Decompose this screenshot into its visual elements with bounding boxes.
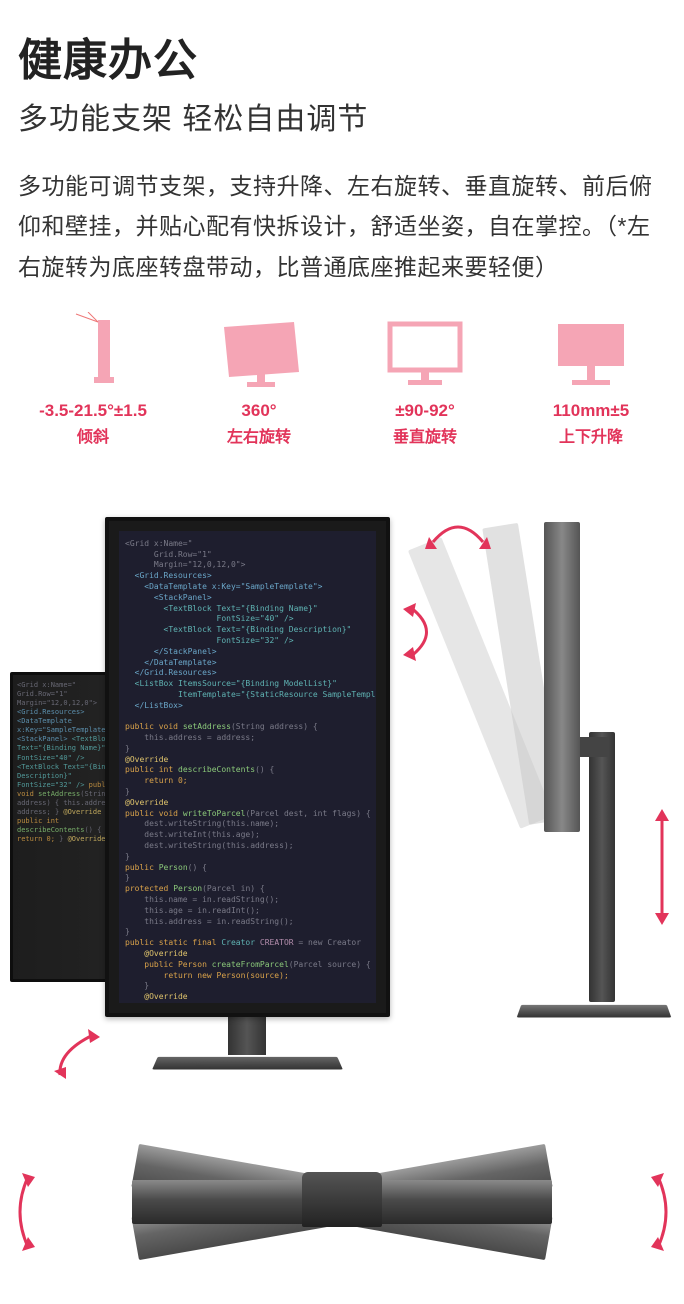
side-panel xyxy=(544,522,580,832)
code-screen: <Grid x:Name=" Grid.Row="1" Margin="12,0… xyxy=(119,531,376,1003)
monitor-top-swivel-view: ViewSonic xyxy=(62,1127,622,1277)
page-subheading: 多功能支架 轻松自由调节 xyxy=(0,94,684,156)
side-stand-base xyxy=(517,1005,672,1018)
pivot-arrow-bl xyxy=(48,1027,103,1082)
swivel-arrow-right xyxy=(648,1167,678,1257)
monitor-front-view: <Grid x:Name=" Grid.Row="1" Margin="12,0… xyxy=(105,517,390,1017)
height-arrow xyxy=(650,807,674,927)
pivot-arrow-right xyxy=(398,597,448,667)
side-stand-neck xyxy=(589,732,615,1002)
monitor-side-view xyxy=(469,562,649,1072)
spec-height: 110mm±5 上下升降 xyxy=(508,307,674,447)
spec-tilt-value: -3.5-21.5°±1.5 xyxy=(39,401,147,421)
specs-row: -3.5-21.5°±1.5 倾斜 360° 左右旋转 ±90-92° 垂直旋转 xyxy=(0,307,684,467)
spec-pivot-label: 垂直旋转 xyxy=(393,423,457,447)
spec-height-label: 上下升降 xyxy=(559,423,623,447)
spec-swivel-value: 360° xyxy=(241,401,276,421)
product-illustration: <Grid x:Name=" Grid.Row="1" Margin="12,0… xyxy=(0,467,684,1287)
spec-pivot: ±90-92° 垂直旋转 xyxy=(342,307,508,447)
pivot-arrow-top xyxy=(423,507,493,557)
pivot-icon xyxy=(375,307,475,397)
spec-tilt-label: 倾斜 xyxy=(77,423,109,447)
swivel-hub xyxy=(302,1172,382,1227)
spec-swivel-label: 左右旋转 xyxy=(227,423,291,447)
page-heading: 健康办公 xyxy=(0,0,684,94)
front-stand-neck xyxy=(228,1015,266,1055)
spec-height-value: 110mm±5 xyxy=(553,401,629,421)
description-text: 多功能可调节支架，支持升降、左右旋转、垂直旋转、前后俯仰和壁挂，并贴心配有快拆设… xyxy=(0,156,684,307)
swivel-icon xyxy=(209,307,309,397)
swivel-arrow-left xyxy=(8,1167,38,1257)
height-icon xyxy=(541,307,641,397)
spec-pivot-value: ±90-92° xyxy=(395,401,455,421)
front-stand-base xyxy=(152,1057,343,1070)
spec-tilt: -3.5-21.5°±1.5 倾斜 xyxy=(10,307,176,447)
tilt-icon xyxy=(43,307,143,397)
spec-swivel: 360° 左右旋转 xyxy=(176,307,342,447)
